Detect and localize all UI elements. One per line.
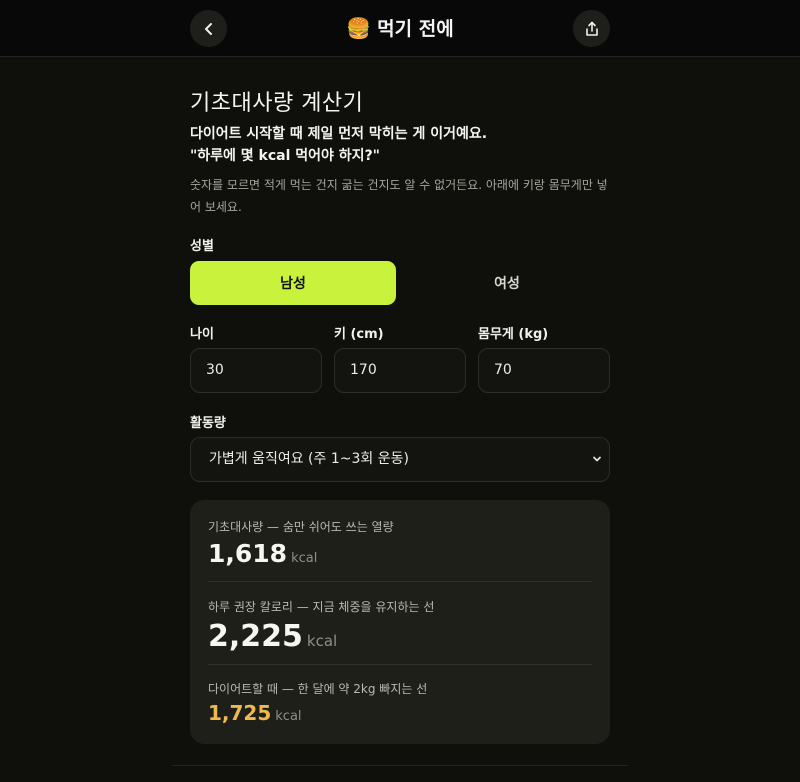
diet-value: 1,725 <box>208 701 272 725</box>
activity-label: 활동량 <box>190 416 226 431</box>
diet-unit: kcal <box>275 709 302 724</box>
app-title: 🍔 먹기 전에 <box>0 14 800 41</box>
divider <box>208 664 592 665</box>
result-card: 기초대사량 — 숨만 쉬어도 쓰는 열량 1,618 kcal 하루 권장 칼로리… <box>190 500 610 744</box>
bmr-label: 기초대사량 — 숨만 쉬어도 쓰는 열량 <box>208 520 394 534</box>
age-label: 나이 <box>190 327 214 342</box>
gender-toggle: 남성 여성 <box>190 261 610 305</box>
activity-selected-value: 가볍게 움직여요 (주 1~3회 운동) <box>209 451 409 467</box>
diet-result: 다이어트할 때 — 한 달에 약 2kg 빠지는 선 1,725 kcal <box>208 680 592 725</box>
diet-label: 다이어트할 때 — 한 달에 약 2kg 빠지는 선 <box>208 682 428 696</box>
intro-line-2: "하루에 몇 kcal 먹어야 하지?" <box>190 148 380 164</box>
burger-icon: 🍔 <box>346 16 372 40</box>
chevron-down-icon <box>593 456 601 462</box>
weight-label: 몸무게 (kg) <box>478 327 549 342</box>
bmr-value: 1,618 <box>208 539 288 568</box>
gender-female-button[interactable]: 여성 <box>404 261 610 305</box>
weight-input[interactable]: 70 <box>478 348 610 393</box>
footer-divider <box>172 765 628 766</box>
tdee-result: 하루 권장 칼로리 — 지금 체중을 유지하는 선 2,225 kcal <box>208 598 592 654</box>
intro-line-1: 다이어트 시작할 때 제일 먼저 막히는 게 이거예요. <box>190 126 488 142</box>
gender-label: 성별 <box>190 239 214 254</box>
share-button[interactable] <box>573 10 610 47</box>
tdee-unit: kcal <box>306 632 338 650</box>
app-title-text: 먹기 전에 <box>377 18 454 40</box>
activity-select[interactable]: 가볍게 움직여요 (주 1~3회 운동) <box>190 437 610 482</box>
age-input[interactable]: 30 <box>190 348 322 393</box>
height-input[interactable]: 170 <box>334 348 466 393</box>
app-header: 🍔 먹기 전에 <box>0 0 800 57</box>
bmr-unit: kcal <box>291 551 318 566</box>
share-icon <box>585 21 598 36</box>
bmr-result: 기초대사량 — 숨만 쉬어도 쓰는 열량 1,618 kcal <box>208 518 592 568</box>
divider <box>208 581 592 582</box>
tdee-value: 2,225 <box>208 619 303 654</box>
page-title: 기초대사량 계산기 <box>190 91 364 116</box>
height-label: 키 (cm) <box>334 327 384 342</box>
description: 숫자를 모르면 적게 먹는 건지 굶는 건지도 알 수 없거든요. 아래에 키랑… <box>190 178 608 214</box>
gender-male-button[interactable]: 남성 <box>190 261 396 305</box>
tdee-label: 하루 권장 칼로리 — 지금 체중을 유지하는 선 <box>208 600 435 614</box>
